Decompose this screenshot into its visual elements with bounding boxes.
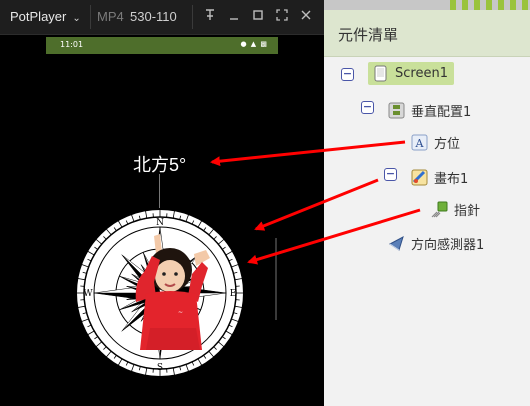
tree-label-label: 方位 — [434, 136, 461, 152]
tree-item-orientation-sensor[interactable]: 方向感測器1 — [388, 232, 484, 254]
label-icon: A — [411, 134, 428, 151]
tree-item-canvas[interactable]: 畫布1 — [411, 166, 468, 188]
tree-item-sprite[interactable]: 指針 — [431, 198, 480, 220]
pointer-line — [159, 174, 160, 210]
status-icons: ● ▲ ▩ — [240, 40, 268, 48]
divider — [90, 5, 91, 29]
tree-label-orientation-sensor: 方向感測器1 — [411, 237, 485, 253]
status-time: 11:01 — [60, 40, 84, 49]
screen-icon — [372, 65, 389, 82]
svg-text:~: ~ — [178, 309, 183, 316]
fullscreen-icon[interactable] — [275, 9, 289, 23]
vertical-arrangement-icon — [388, 102, 405, 119]
minimize-icon[interactable] — [227, 9, 241, 23]
canvas-icon — [411, 169, 428, 186]
tree-item-label[interactable]: A 方位 — [411, 131, 460, 153]
file-name: 530-110 — [130, 9, 177, 24]
collapse-canvas-toggle[interactable]: − — [384, 168, 397, 181]
orientation-sensor-icon — [388, 235, 405, 252]
tree-label-sprite: 指針 — [454, 203, 481, 219]
maximize-icon[interactable] — [251, 9, 265, 23]
panel-topbar — [324, 0, 530, 10]
svg-text:W: W — [83, 289, 93, 299]
close-icon[interactable] — [299, 9, 313, 23]
svg-text:S: S — [157, 363, 163, 373]
child-photo: ~ — [126, 232, 212, 350]
canvas-edge-line — [275, 238, 277, 320]
player-menu-button[interactable]: PotPlayer ⌄ — [10, 9, 81, 24]
tree-label-vertical-arrangement: 垂直配置1 — [411, 104, 472, 120]
chevron-down-icon: ⌄ — [72, 13, 81, 24]
panel-header: 元件清單 — [324, 10, 530, 57]
svg-text:A: A — [415, 137, 425, 150]
svg-text:N: N — [156, 218, 164, 228]
tree-item-vertical-arrangement[interactable]: 垂直配置1 — [388, 99, 471, 121]
svg-text:E: E — [230, 289, 237, 299]
components-panel: 元件清單 − Screen1 − 垂直配置1 A 方位 − 畫布1 指針 方向感… — [324, 0, 530, 406]
collapse-screen-toggle[interactable]: − — [341, 68, 354, 81]
screen-highlight: Screen1 — [368, 61, 454, 85]
panel-title: 元件清單 — [338, 26, 399, 44]
player-titlebar: PotPlayer ⌄ MP4 530-110 — [0, 0, 324, 35]
format-label: MP4 — [97, 9, 124, 24]
phone-status-bar: 11:01 ● ▲ ▩ — [46, 37, 278, 54]
pin-icon[interactable] — [203, 9, 217, 23]
tree-label-canvas: 畫布1 — [434, 171, 469, 187]
divider — [192, 5, 193, 29]
app-name: PotPlayer — [10, 9, 67, 24]
tree-label-screen1: Screen1 — [395, 65, 448, 81]
video-player: PotPlayer⌄ MP4 530-110 11:01 ● ▲ ▩ 北方5° — [0, 0, 324, 406]
collapse-arrangement-toggle[interactable]: − — [361, 101, 374, 114]
tree-item-screen1[interactable]: Screen1 — [368, 61, 454, 85]
sprite-icon — [431, 201, 448, 218]
